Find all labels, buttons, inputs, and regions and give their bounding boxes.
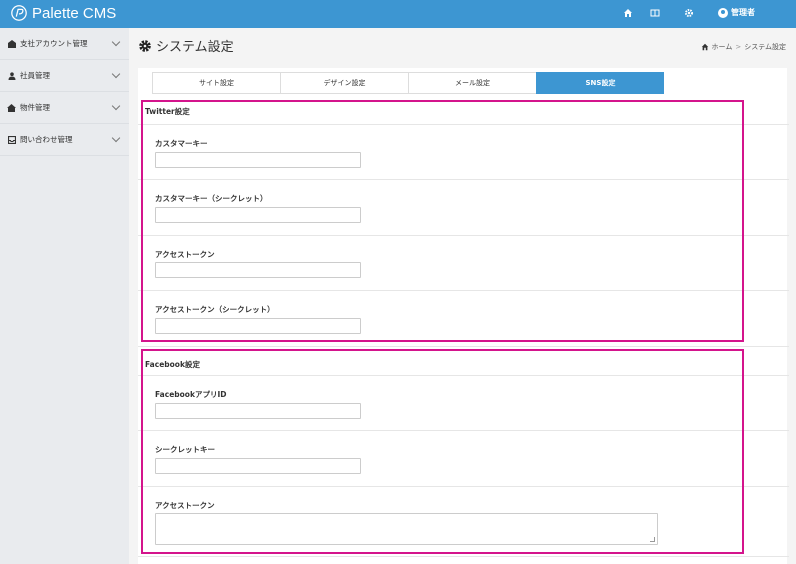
field-label: カスタマーキー xyxy=(155,139,208,148)
inbox-icon xyxy=(7,135,16,144)
book-icon[interactable] xyxy=(649,8,661,20)
field-label: カスタマーキー（シークレット） xyxy=(155,194,268,203)
tab-design-settings[interactable]: デザイン設定 xyxy=(280,72,408,94)
chevron-down-icon xyxy=(111,37,121,47)
house-icon xyxy=(7,103,16,112)
field-label: シークレットキー xyxy=(155,445,215,454)
field-label: アクセストークン xyxy=(155,250,215,259)
sidebar-item-inquiries[interactable]: 問い合わせ管理 xyxy=(0,124,129,156)
tab-site-settings[interactable]: サイト設定 xyxy=(152,72,280,94)
access-token-secret-input[interactable] xyxy=(155,318,361,334)
field-label: アクセストークン xyxy=(155,501,215,510)
palette-logo-icon xyxy=(11,5,27,21)
resize-handle-icon[interactable] xyxy=(650,537,655,542)
breadcrumb-home[interactable]: ホーム xyxy=(712,42,733,52)
facebook-app-id-input[interactable] xyxy=(155,403,361,419)
chevron-down-icon xyxy=(111,133,121,143)
gear-icon[interactable] xyxy=(683,8,695,20)
chevron-down-icon xyxy=(111,101,121,111)
home-icon[interactable] xyxy=(622,8,634,20)
person-icon xyxy=(7,71,16,80)
breadcrumb-current: システム設定 xyxy=(744,43,786,51)
breadcrumb: ホーム > システム設定 xyxy=(701,42,786,52)
top-bar: Palette CMS 管理者 xyxy=(0,0,796,28)
home-icon xyxy=(701,43,708,51)
page-title: システム設定 xyxy=(138,36,234,55)
access-token-input[interactable] xyxy=(155,262,361,278)
field-label: アクセストークン（シークレット） xyxy=(155,305,275,314)
main-content: システム設定 ホーム > システム設定 サイト設定 デザイン設定 メール設定 S… xyxy=(129,28,796,564)
sidebar: 支社アカウント管理 社員管理 物件管理 問い合わせ管理 xyxy=(0,28,129,564)
tab-sns-settings[interactable]: SNS設定 xyxy=(536,72,664,94)
brand-logo[interactable]: Palette CMS xyxy=(10,4,116,22)
consumer-key-input[interactable] xyxy=(155,152,361,168)
divider xyxy=(138,556,789,557)
section-title: Facebook設定 xyxy=(145,360,200,369)
page-title-text: システム設定 xyxy=(156,40,234,55)
sidebar-item-employees[interactable]: 社員管理 xyxy=(0,60,129,92)
sidebar-item-label: 社員管理 xyxy=(20,71,50,80)
user-circle-icon xyxy=(718,7,728,18)
sidebar-item-label: 問い合わせ管理 xyxy=(20,135,73,144)
tab-mail-settings[interactable]: メール設定 xyxy=(408,72,536,94)
sidebar-item-branch-accounts[interactable]: 支社アカウント管理 xyxy=(0,28,129,60)
section-title: Twitter設定 xyxy=(145,107,190,116)
building-icon xyxy=(7,39,16,48)
field-label: FacebookアプリID xyxy=(155,390,227,399)
app-title: Palette CMS xyxy=(32,4,117,22)
chevron-down-icon xyxy=(111,69,121,79)
settings-tabs: サイト設定 デザイン設定 メール設定 SNS設定 xyxy=(152,72,664,94)
sidebar-item-properties[interactable]: 物件管理 xyxy=(0,92,129,124)
facebook-access-token-textarea[interactable] xyxy=(155,513,658,545)
user-menu[interactable]: 管理者 xyxy=(718,7,755,18)
settings-panel: サイト設定 デザイン設定 メール設定 SNS設定 Twitter設定 カスタマー… xyxy=(138,68,789,564)
sidebar-item-label: 物件管理 xyxy=(20,103,50,112)
gear-icon xyxy=(138,39,152,53)
sidebar-item-label: 支社アカウント管理 xyxy=(20,39,88,48)
divider xyxy=(138,346,789,347)
consumer-secret-input[interactable] xyxy=(155,207,361,223)
user-label: 管理者 xyxy=(731,8,755,17)
breadcrumb-separator: > xyxy=(735,43,742,51)
secret-key-input[interactable] xyxy=(155,458,361,474)
